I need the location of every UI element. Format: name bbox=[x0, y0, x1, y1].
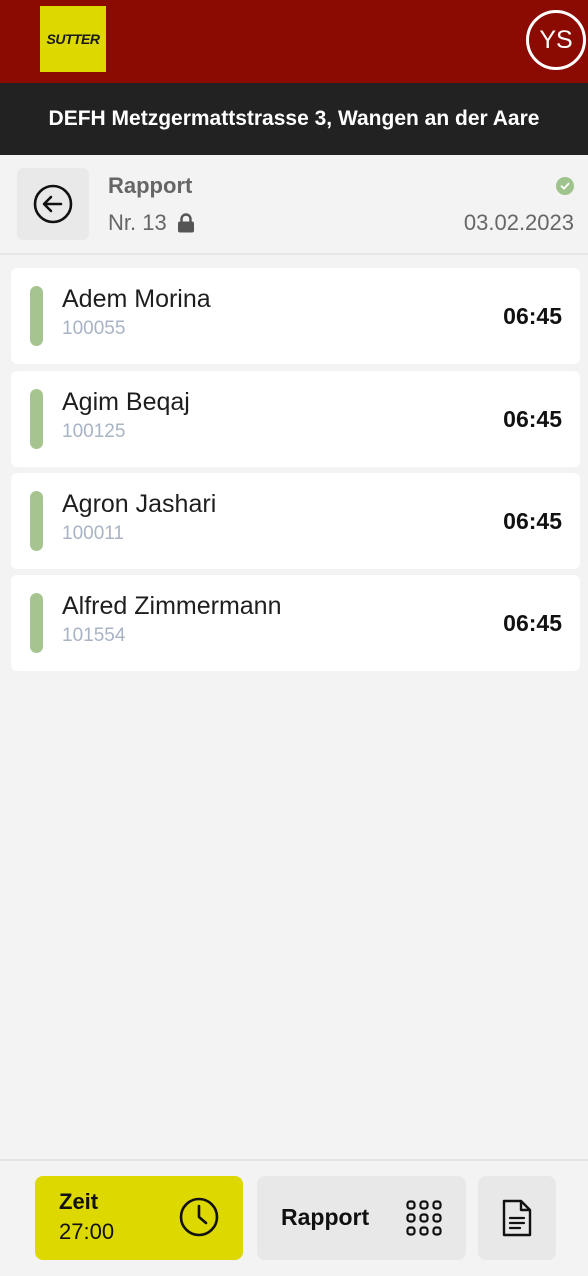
arrow-left-circle-icon bbox=[33, 184, 73, 224]
back-button[interactable] bbox=[17, 168, 89, 240]
employee-id: 101554 bbox=[62, 625, 126, 646]
status-indicator bbox=[30, 491, 43, 551]
document-icon bbox=[502, 1199, 532, 1237]
employee-name: Agim Beqaj bbox=[62, 388, 190, 416]
zeit-label: Zeit bbox=[59, 1189, 99, 1214]
logo-text: SUTTER bbox=[46, 31, 101, 47]
employee-name: Agron Jashari bbox=[62, 490, 217, 518]
employee-id: 100125 bbox=[62, 421, 126, 442]
employee-card[interactable]: Alfred Zimmermann 101554 06:45 bbox=[11, 575, 580, 671]
rapport-button-label: Rapport bbox=[281, 1204, 370, 1230]
employee-id: 100055 bbox=[62, 318, 126, 339]
bottom-nav: Zeit 27:00 Rapport bbox=[0, 1159, 588, 1276]
user-avatar[interactable]: YS bbox=[526, 10, 586, 70]
status-indicator bbox=[30, 389, 43, 449]
sutter-logo: SUTTER bbox=[40, 6, 106, 72]
rapport-header: Rapport Nr. 13 03.02.2023 bbox=[0, 155, 588, 255]
project-title: DEFH Metzgermattstrasse 3, Wangen an der… bbox=[48, 107, 540, 130]
employee-card[interactable]: Adem Morina 100055 06:45 bbox=[11, 268, 580, 364]
page-title: Rapport bbox=[108, 173, 193, 198]
zeit-button[interactable]: Zeit 27:00 bbox=[35, 1176, 243, 1260]
employee-card[interactable]: Agim Beqaj 100125 06:45 bbox=[11, 371, 580, 467]
status-indicator bbox=[30, 286, 43, 346]
zeit-total: 27:00 bbox=[59, 1219, 115, 1244]
rapport-number-text: Nr. 13 bbox=[108, 210, 167, 235]
employee-id: 100011 bbox=[62, 523, 124, 544]
lock-icon bbox=[177, 213, 194, 233]
status-indicator bbox=[30, 593, 43, 653]
rapport-number: Nr. 13 bbox=[108, 210, 195, 236]
employee-time: 06:45 bbox=[503, 610, 562, 636]
employee-time: 06:45 bbox=[503, 406, 562, 432]
employee-name: Adem Morina bbox=[62, 285, 211, 313]
app-top-bar: SUTTER YS bbox=[0, 0, 588, 83]
project-bar: DEFH Metzgermattstrasse 3, Wangen an der… bbox=[0, 83, 588, 155]
clock-icon bbox=[179, 1197, 219, 1237]
grid-icon bbox=[406, 1200, 442, 1236]
employee-time: 06:45 bbox=[503, 303, 562, 329]
rapport-button[interactable]: Rapport bbox=[257, 1176, 466, 1260]
employee-card[interactable]: Agron Jashari 100011 06:45 bbox=[11, 473, 580, 569]
check-circle-icon bbox=[556, 177, 574, 195]
employee-name: Alfred Zimmermann bbox=[62, 592, 282, 620]
rapport-date: 03.02.2023 bbox=[463, 210, 574, 235]
document-button[interactable] bbox=[478, 1176, 556, 1260]
employee-time: 06:45 bbox=[503, 508, 562, 534]
user-initials: YS bbox=[539, 25, 573, 54]
